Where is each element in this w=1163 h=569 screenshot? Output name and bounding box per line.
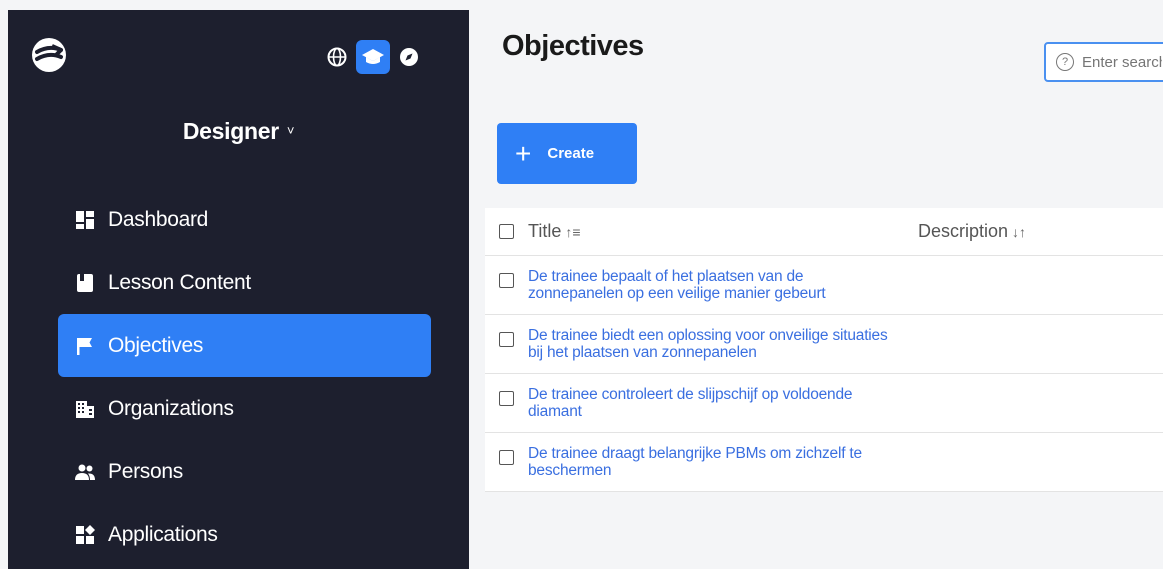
graduation-cap-icon[interactable] [356,40,390,74]
role-label: Designer [182,118,279,144]
people-icon [74,461,96,483]
page-title: Objectives [502,30,644,62]
objectives-table: Title ↑≡ Description ↓↑ De trainee bepaalt… [485,208,1163,492]
sidebar-item-label: Persons [108,459,183,483]
sort-icon: ↓↑ [1012,224,1027,240]
row-checkbox[interactable] [499,273,514,288]
select-all-checkbox[interactable] [499,224,514,239]
sidebar-nav: Dashboard Lesson Content Objectives Orga… [58,188,431,566]
book-icon [74,272,96,294]
sidebar-item-objectives[interactable]: Objectives [58,314,431,377]
top-icon-group [326,40,420,74]
sidebar-item-label: Organizations [108,396,234,420]
sidebar-item-lesson-content[interactable]: Lesson Content [58,251,431,314]
table-row: De trainee biedt een oplossing voor onve… [485,315,1163,374]
search-input[interactable] [1082,53,1162,71]
objective-title-link[interactable]: De trainee controleert de slijpschijf op… [528,386,898,420]
sort-asc-icon: ↑≡ [565,224,581,240]
sidebar: Designer ˅ Dashboard Lesson Content Objec… [8,10,469,569]
row-checkbox[interactable] [499,450,514,465]
compass-icon[interactable] [398,46,420,68]
table-row: De trainee controleert de slijpschijf op… [485,374,1163,433]
column-header-title[interactable]: Title ↑≡ [528,221,918,242]
column-header-description[interactable]: Description ↓↑ [918,221,1026,242]
sidebar-item-applications[interactable]: Applications [58,503,431,566]
sidebar-item-dashboard[interactable]: Dashboard [58,188,431,251]
chevron-down-icon: ˅ [286,123,295,138]
objective-title-link[interactable]: De trainee draagt belangrijke PBMs om zi… [528,445,898,479]
sidebar-item-label: Applications [108,522,218,546]
globe-icon[interactable] [326,46,348,68]
create-button-label: Create [547,145,595,162]
objective-title-link[interactable]: De trainee biedt een oplossing voor onve… [528,327,898,361]
app-frame: Designer ˅ Dashboard Lesson Content Objec… [0,0,1163,569]
app-logo-icon[interactable] [30,36,68,74]
flag-icon [74,335,96,357]
sidebar-item-label: Objectives [108,333,204,357]
dashboard-icon [74,209,96,231]
sidebar-item-label: Lesson Content [108,270,251,294]
sidebar-item-persons[interactable]: Persons [58,440,431,503]
sidebar-item-organizations[interactable]: Organizations [58,377,431,440]
apps-icon [74,524,96,546]
plus-icon: + [515,137,532,169]
column-header-label: Description [918,221,1009,241]
building-icon [74,398,96,420]
role-selector[interactable]: Designer ˅ [8,118,469,145]
sidebar-item-label: Dashboard [108,207,209,231]
row-checkbox[interactable] [499,332,514,347]
table-row: De trainee draagt belangrijke PBMs om zi… [485,433,1163,492]
column-header-label: Title [528,221,562,241]
search-box[interactable]: ? [1044,42,1163,82]
objective-title-link[interactable]: De trainee bepaalt of het plaatsen van d… [528,268,898,302]
table-row: De trainee bepaalt of het plaatsen van d… [485,256,1163,315]
row-checkbox[interactable] [499,391,514,406]
table-header: Title ↑≡ Description ↓↑ [485,208,1163,256]
main-content: Objectives ? + Create Title↑≡ Descriptio… [469,0,1163,569]
help-icon[interactable]: ? [1056,53,1074,71]
create-button[interactable]: + Create [497,123,637,184]
